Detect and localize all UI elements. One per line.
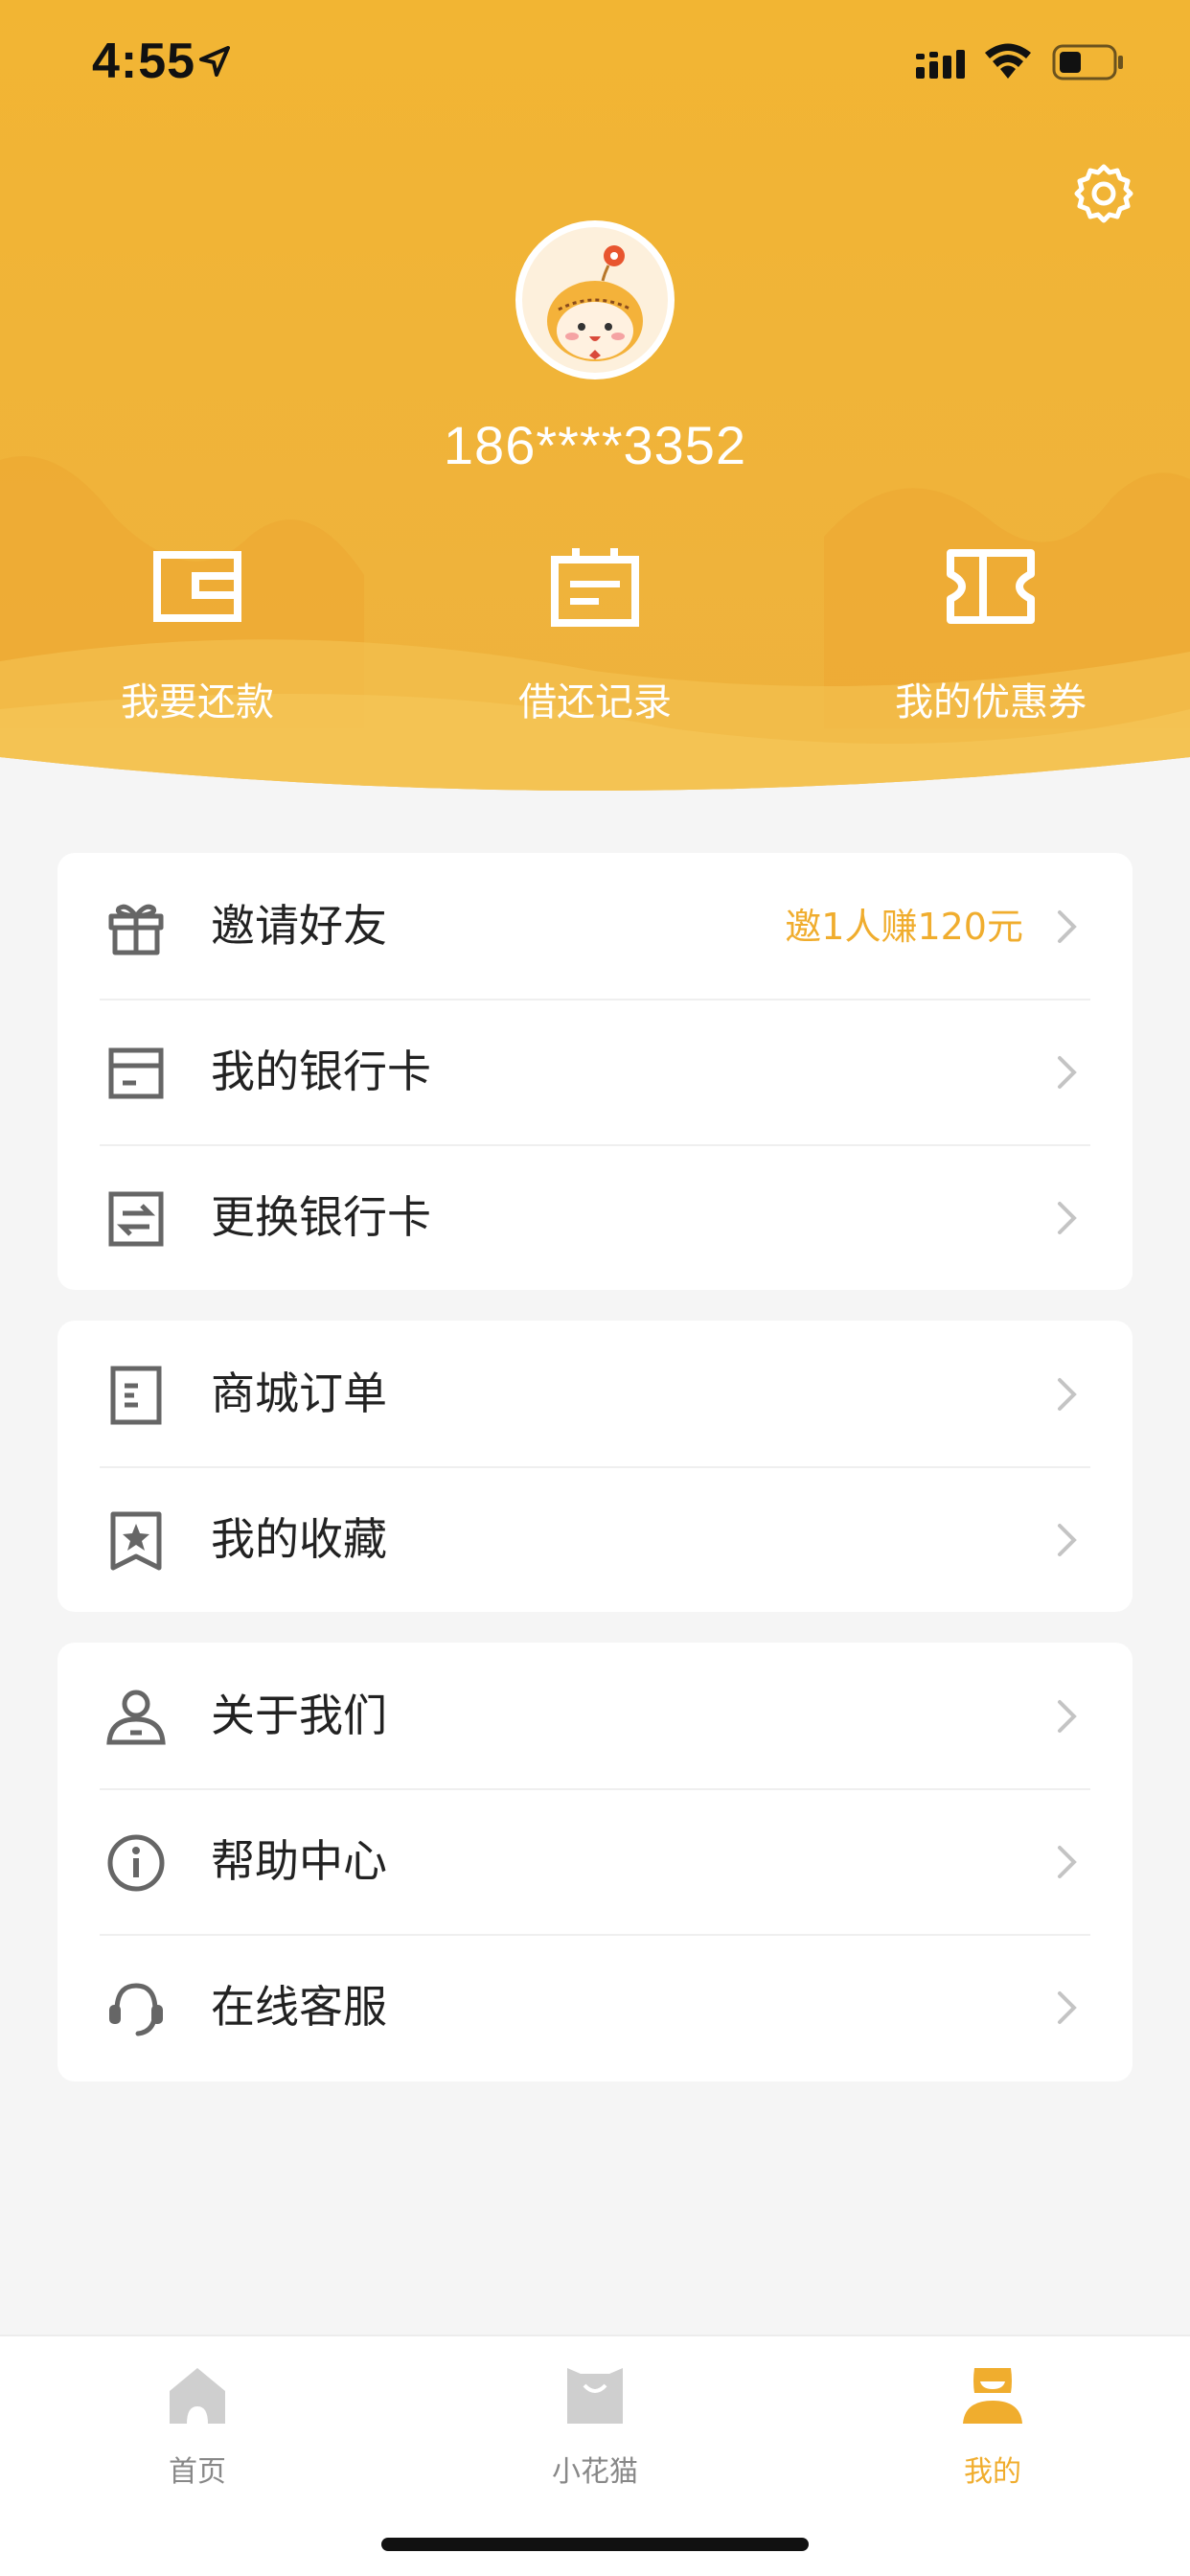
profile-icon — [963, 2368, 1022, 2424]
gift-icon — [108, 904, 164, 955]
chevron-right-icon — [1058, 1056, 1077, 1089]
person-icon — [106, 1690, 166, 1745]
chevron-right-icon — [1058, 1700, 1077, 1733]
menu-item-about[interactable]: 关于我们 — [57, 1643, 1133, 1788]
quick-action-coupons[interactable]: 我的优惠券 — [847, 546, 1134, 726]
menu-item-help[interactable]: 帮助中心 — [57, 1788, 1133, 1934]
chevron-right-icon — [1058, 1846, 1077, 1878]
home-icon — [170, 2368, 225, 2424]
menu-item-my-bank-card[interactable]: 我的银行卡 — [57, 999, 1133, 1144]
chevron-right-icon — [1058, 1202, 1077, 1234]
menu-card-support: 关于我们 帮助中心 在线客服 — [57, 1643, 1133, 2082]
tab-label: 首页 — [169, 2455, 226, 2489]
menu-item-label: 邀请好友 — [211, 900, 387, 952]
bank-card-icon — [108, 1047, 164, 1099]
menu-item-label: 关于我们 — [211, 1690, 387, 1741]
menu-item-orders[interactable]: 商城订单 — [57, 1321, 1133, 1466]
menu-item-label: 我的银行卡 — [211, 1046, 431, 1097]
chevron-right-icon — [1058, 1378, 1077, 1411]
ticket-icon — [947, 549, 1035, 624]
tab-xiaohuamao[interactable]: 小花猫 — [499, 2358, 691, 2490]
calendar-icon — [551, 548, 639, 627]
menu-item-label: 在线客服 — [211, 1981, 387, 2033]
quick-action-history[interactable]: 借还记录 — [451, 546, 739, 726]
invite-reward-text: 邀1人赚120元 — [785, 906, 1023, 948]
menu-item-invite[interactable]: 邀请好友 邀1人赚120元 — [57, 853, 1133, 999]
menu-item-label: 更换银行卡 — [211, 1191, 431, 1243]
chevron-right-icon — [1058, 910, 1077, 943]
profile-header: 4:55 186****3352 我要还款 借还记录 我的优惠券 — [0, 0, 1190, 824]
tab-home[interactable]: 首页 — [102, 2358, 293, 2490]
order-icon — [110, 1366, 162, 1425]
chevron-right-icon — [1058, 1524, 1077, 1556]
menu-item-change-bank-card[interactable]: 更换银行卡 — [57, 1144, 1133, 1290]
menu-item-customer-service[interactable]: 在线客服 — [57, 1934, 1133, 2080]
wifi-icon — [985, 43, 1031, 79]
location-arrow-icon — [199, 46, 230, 77]
info-icon — [107, 1834, 165, 1892]
status-time: 4:55 — [92, 34, 196, 89]
headset-icon — [109, 1983, 163, 2036]
menu-card-shop: 商城订单 我的收藏 — [57, 1321, 1133, 1612]
status-bar: 4:55 — [0, 0, 1190, 125]
menu-item-label: 帮助中心 — [211, 1835, 387, 1887]
wallet-icon — [153, 551, 241, 622]
menu-item-label: 商城订单 — [211, 1368, 387, 1419]
phone-number: 186****3352 — [443, 415, 747, 475]
swap-card-icon — [108, 1191, 164, 1247]
tab-label: 我的 — [964, 2455, 1021, 2489]
shopping-bag-icon — [567, 2368, 623, 2424]
cell-signal-icon — [916, 50, 965, 79]
bookmark-star-icon — [110, 1511, 162, 1571]
cartoon-avatar-icon — [522, 227, 668, 373]
avatar[interactable] — [515, 220, 675, 380]
menu-card-account: 邀请好友 邀1人赚120元 我的银行卡 更换银行卡 — [57, 853, 1133, 1290]
menu-item-label: 我的收藏 — [211, 1513, 387, 1565]
quick-action-label: 借还记录 — [518, 680, 672, 724]
menu-item-favorites[interactable]: 我的收藏 — [57, 1466, 1133, 1612]
quick-action-label: 我要还款 — [121, 680, 274, 724]
home-indicator — [381, 2538, 809, 2551]
tab-label: 小花猫 — [552, 2455, 638, 2489]
tab-mine[interactable]: 我的 — [897, 2358, 1088, 2490]
quick-action-label: 我的优惠券 — [895, 680, 1087, 724]
chevron-right-icon — [1058, 1991, 1077, 2024]
quick-action-repay[interactable]: 我要还款 — [54, 546, 341, 726]
battery-icon — [1052, 44, 1123, 80]
settings-gear-icon[interactable] — [1073, 163, 1134, 224]
